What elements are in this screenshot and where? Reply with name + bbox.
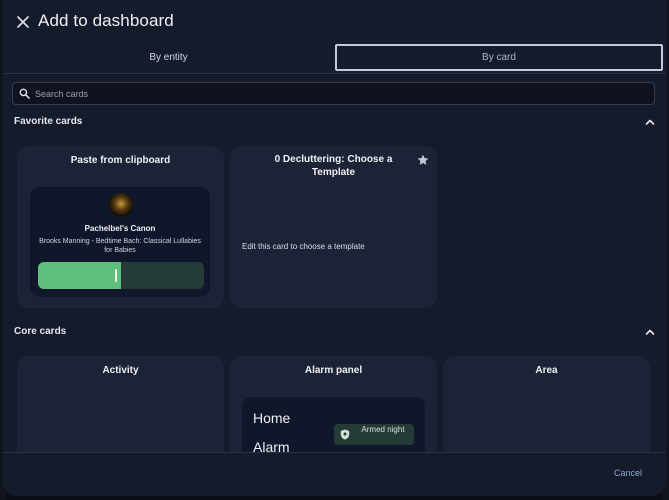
- media-progress-handle: [115, 269, 117, 282]
- card-title: Alarm panel: [304, 365, 363, 376]
- cancel-button[interactable]: Cancel: [614, 468, 642, 478]
- core-cards-header[interactable]: Core cards: [3, 326, 666, 346]
- dialog-header: Add to dashboard: [3, 0, 666, 44]
- alarm-status-badge: Armed night: [334, 424, 414, 445]
- alarm-status-text: Armed night: [361, 425, 405, 434]
- card-body-text: Edit this card to choose a template: [242, 242, 365, 251]
- star-icon[interactable]: [417, 154, 429, 166]
- tab-by-card[interactable]: By card: [335, 44, 663, 71]
- media-track-subtitle: Brooks Manning - Bedtime Bach: Classical…: [39, 238, 201, 254]
- card-title: Activity: [102, 365, 139, 376]
- media-progress-bar: [38, 262, 204, 289]
- favorite-cards-header[interactable]: Favorite cards: [3, 116, 666, 136]
- media-control-preview: Pachelbel's Canon Brooks Manning - Bedti…: [30, 187, 210, 297]
- card-area[interactable]: Area: [443, 356, 650, 466]
- media-track-title: Pachelbel's Canon: [84, 224, 156, 233]
- card-activity[interactable]: Activity: [17, 356, 224, 466]
- card-alarm-panel[interactable]: Alarm panel Home Alarm Armed night: [230, 356, 437, 466]
- card-title: 0 Decluttering: Choose a Template: [274, 154, 393, 178]
- search-icon: [19, 88, 30, 99]
- close-button[interactable]: [13, 12, 33, 32]
- tab-by-entity[interactable]: By entity: [3, 44, 334, 71]
- favorite-cards-title: Favorite cards: [14, 116, 83, 127]
- card-title: Area: [535, 365, 558, 376]
- add-to-dashboard-dialog: Add to dashboard By entity By card Favor…: [3, 0, 666, 496]
- search-field[interactable]: [12, 82, 655, 105]
- card-decluttering-template[interactable]: 0 Decluttering: Choose a Template Edit t…: [230, 146, 437, 308]
- close-icon: [17, 16, 29, 28]
- chevron-up-icon[interactable]: [644, 116, 656, 128]
- card-paste-from-clipboard[interactable]: Paste from clipboard Pachelbel's Canon B…: [17, 146, 224, 308]
- tab-bar: By entity By card: [3, 44, 666, 74]
- search-input[interactable]: [35, 83, 635, 104]
- chevron-up-icon[interactable]: [644, 326, 656, 338]
- shield-icon: [340, 429, 350, 440]
- core-cards-title: Core cards: [14, 326, 67, 337]
- alarm-preview-line1: Home: [253, 410, 291, 426]
- dialog-title: Add to dashboard: [38, 11, 174, 30]
- media-progress-fill: [38, 262, 121, 289]
- card-title: Paste from clipboard: [70, 155, 171, 166]
- album-art-image: [109, 193, 133, 217]
- dialog-footer: Cancel: [3, 452, 666, 496]
